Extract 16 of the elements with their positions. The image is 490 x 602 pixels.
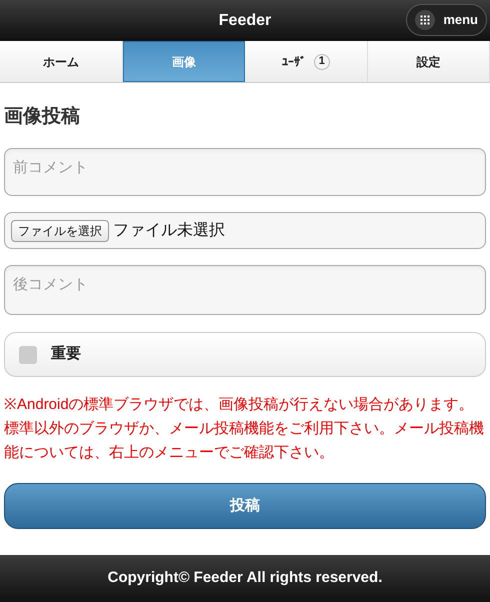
copyright-text: Copyright© Feeder All rights reserved. bbox=[108, 568, 382, 588]
count-badge: 1 bbox=[314, 54, 330, 70]
grid-icon bbox=[415, 10, 436, 30]
menu-button[interactable]: menu bbox=[406, 4, 487, 36]
important-checkbox[interactable]: 重要 bbox=[4, 332, 486, 377]
submit-button[interactable]: 投稿 bbox=[4, 483, 486, 529]
page-heading: 画像投稿 bbox=[4, 107, 81, 126]
notice-text: ※Androidの標準ブラウザでは、画像投稿が行えない場合があります。標準以外のブラウザか、メール投稿機能をご利用下さい。メール投稿機能については、右上のメニューでご確認下さい。 bbox=[4, 395, 485, 463]
app-title: Feeder bbox=[218, 10, 272, 30]
choose-file-button[interactable]: ファイルを選択 bbox=[11, 220, 109, 242]
file-status: ファイル未選択 bbox=[113, 220, 225, 240]
nav-tab[interactable]: ﾕｰｻﾞ 1 bbox=[245, 41, 368, 82]
comment-field[interactable]: 前コメント bbox=[4, 148, 486, 196]
nav-tab[interactable]: ホーム bbox=[0, 41, 122, 82]
nav-tab[interactable]: 設定 bbox=[368, 41, 490, 82]
comment-field[interactable]: 後コメント bbox=[4, 265, 486, 315]
